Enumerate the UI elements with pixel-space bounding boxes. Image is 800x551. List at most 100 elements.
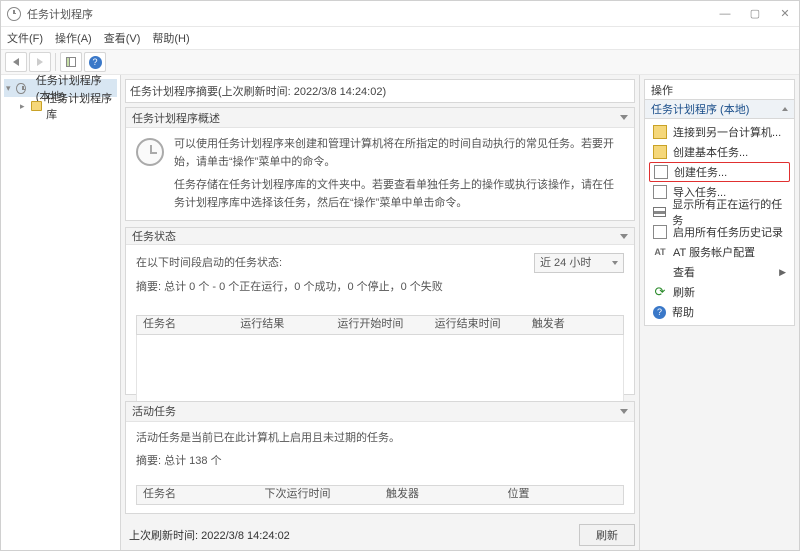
col-trigger[interactable]: 触发者 [526,316,623,334]
status-top-row: 在以下时间段启动的任务状态: 近 24 小时 [136,253,624,273]
import-task-icon [653,185,667,199]
col-next-run[interactable]: 下次运行时间 [259,486,381,504]
action-at-service-label: AT 服务帐户配置 [673,244,755,260]
action-create-task-label: 创建任务... [674,164,727,180]
window-title: 任务计划程序 [27,6,719,22]
action-show-running[interactable]: 显示所有正在运行的任务 [649,202,790,222]
menu-action[interactable]: 操作(A) [55,30,92,46]
basic-task-icon [653,145,667,159]
tree-library-label: 任务计划程序库 [46,90,115,122]
folder-icon [31,101,42,111]
status-panel: 任务状态 在以下时间段启动的任务状态: 近 24 小时 摘要: 总计 0 个 -… [125,227,635,394]
menu-file[interactable]: 文件(F) [7,30,43,46]
arrow-right-icon [37,58,43,66]
running-tasks-icon [653,207,666,217]
at-service-icon: AT [653,245,667,259]
col-task-name[interactable]: 任务名 [137,486,259,504]
period-dropdown[interactable]: 近 24 小时 [534,253,624,273]
active-panel: 活动任务 活动任务是当前已在此计算机上启用且未过期的任务。 摘要: 总计 138… [125,401,635,514]
help-icon: ? [89,56,102,69]
action-enable-history-label: 启用所有任务历史记录 [673,224,783,240]
refresh-icon: ⟳ [653,285,667,299]
status-head[interactable]: 任务状态 [126,228,634,245]
active-summary: 摘要: 总计 138 个 [136,453,624,471]
action-help-label: 帮助 [672,304,694,320]
action-view-label: 查看 [673,264,695,280]
status-table-head: 任务名 运行结果 运行开始时间 运行结束时间 触发者 [136,315,624,335]
action-create-basic-task[interactable]: 创建基本任务... [649,142,790,162]
col-run-start[interactable]: 运行开始时间 [331,316,428,334]
active-table-head: 任务名 下次运行时间 触发器 位置 [136,485,624,505]
menubar: 文件(F) 操作(A) 查看(V) 帮助(H) [1,27,799,49]
expand-icon[interactable]: ▾ [6,83,12,94]
clock-icon [136,138,164,166]
history-icon [653,225,667,239]
last-refresh-label: 上次刷新时间: 2022/3/8 14:24:02 [129,527,290,543]
tree-library-item[interactable]: ▸ 任务计划程序库 [18,97,117,115]
nav-forward-button[interactable] [29,52,51,72]
col-trigger[interactable]: 触发器 [380,486,502,504]
action-refresh[interactable]: ⟳ 刷新 [649,282,790,302]
col-location[interactable]: 位置 [502,486,624,504]
actions-list: 连接到另一台计算机... 创建基本任务... 创建任务... 导入任务... 显… [644,119,795,326]
titlebar: 任务计划程序 — ▢ ✕ [1,1,799,27]
action-connect-label: 连接到另一台计算机... [673,124,781,140]
app-icon [7,7,21,21]
action-create-basic-label: 创建基本任务... [673,144,748,160]
overview-title: 任务计划程序概述 [132,110,220,126]
menu-view[interactable]: 查看(V) [104,30,141,46]
actions-title: 操作 [644,79,795,99]
status-summary-text: 摘要: 总计 0 个 - 0 个正在运行，0 个成功，0 个停止，0 个失败 [136,279,624,297]
caret-down-icon [620,115,628,120]
col-task-name[interactable]: 任务名 [137,316,234,334]
toolbar: ? [1,49,799,75]
task-scheduler-window: 任务计划程序 — ▢ ✕ 文件(F) 操作(A) 查看(V) 帮助(H) ? ▾… [0,0,800,551]
menu-help[interactable]: 帮助(H) [152,30,189,46]
close-button[interactable]: ✕ [779,8,791,20]
caret-down-icon [620,234,628,239]
active-title: 活动任务 [132,403,176,419]
period-value: 近 24 小时 [540,255,591,273]
nav-back-button[interactable] [5,52,27,72]
help-icon: ? [653,306,666,319]
create-task-icon [654,165,668,179]
scheduler-icon [16,83,25,94]
action-view-submenu[interactable]: 查看 ▶ [649,262,790,282]
toolbar-separator [55,53,56,71]
maximize-button[interactable]: ▢ [749,8,761,20]
body: ▾ 任务计划程序 (本地) ▸ 任务计划程序库 任务计划程序摘要(上次刷新时间:… [1,75,799,550]
action-enable-history[interactable]: 启用所有任务历史记录 [649,222,790,242]
arrow-left-icon [13,58,19,66]
caret-up-icon [782,107,788,111]
overview-panel: 任务计划程序概述 可以使用任务计划程序来创建和管理计算机将在所指定的时间自动执行… [125,107,635,221]
active-head[interactable]: 活动任务 [126,402,634,422]
actions-context: 任务计划程序 (本地) [644,99,795,119]
summary-heading: 任务计划程序摘要(上次刷新时间: 2022/3/8 14:24:02) [125,79,635,103]
col-run-end[interactable]: 运行结束时间 [429,316,526,334]
col-run-result[interactable]: 运行结果 [234,316,331,334]
overview-text: 可以使用任务计划程序来创建和管理计算机将在所指定的时间自动执行的常见任务。若要开… [174,136,624,212]
status-period-label: 在以下时间段启动的任务状态: [136,255,282,273]
help-toolbar-button[interactable]: ? [84,52,106,72]
action-connect[interactable]: 连接到另一台计算机... [649,122,790,142]
action-create-task[interactable]: 创建任务... [649,162,790,182]
chevron-down-icon [612,261,618,265]
overview-head[interactable]: 任务计划程序概述 [126,108,634,128]
active-body: 活动任务是当前已在此计算机上启用且未过期的任务。 摘要: 总计 138 个 任务… [126,422,634,513]
tree-sidebar: ▾ 任务计划程序 (本地) ▸ 任务计划程序库 [1,75,121,550]
expand-icon[interactable]: ▸ [20,101,27,112]
active-desc: 活动任务是当前已在此计算机上启用且未过期的任务。 [136,430,624,448]
overview-text-2: 任务存储在任务计划程序库的文件夹中。若要查看单独任务上的操作或执行该操作，请在任… [174,177,624,212]
panes-icon [66,57,76,67]
overview-text-1: 可以使用任务计划程序来创建和管理计算机将在所指定的时间自动执行的常见任务。若要开… [174,136,624,171]
minimize-button[interactable]: — [719,8,731,20]
action-at-service[interactable]: AT AT 服务帐户配置 [649,242,790,262]
actions-context-label: 任务计划程序 (本地) [651,101,749,117]
action-help[interactable]: ? 帮助 [649,302,790,322]
actions-pane: 操作 任务计划程序 (本地) 连接到另一台计算机... 创建基本任务... 创建… [639,75,799,550]
chevron-right-icon: ▶ [779,267,786,278]
view-panes-button[interactable] [60,52,82,72]
caret-down-icon [620,409,628,414]
refresh-button[interactable]: 刷新 [579,524,635,546]
window-controls: — ▢ ✕ [719,8,791,20]
